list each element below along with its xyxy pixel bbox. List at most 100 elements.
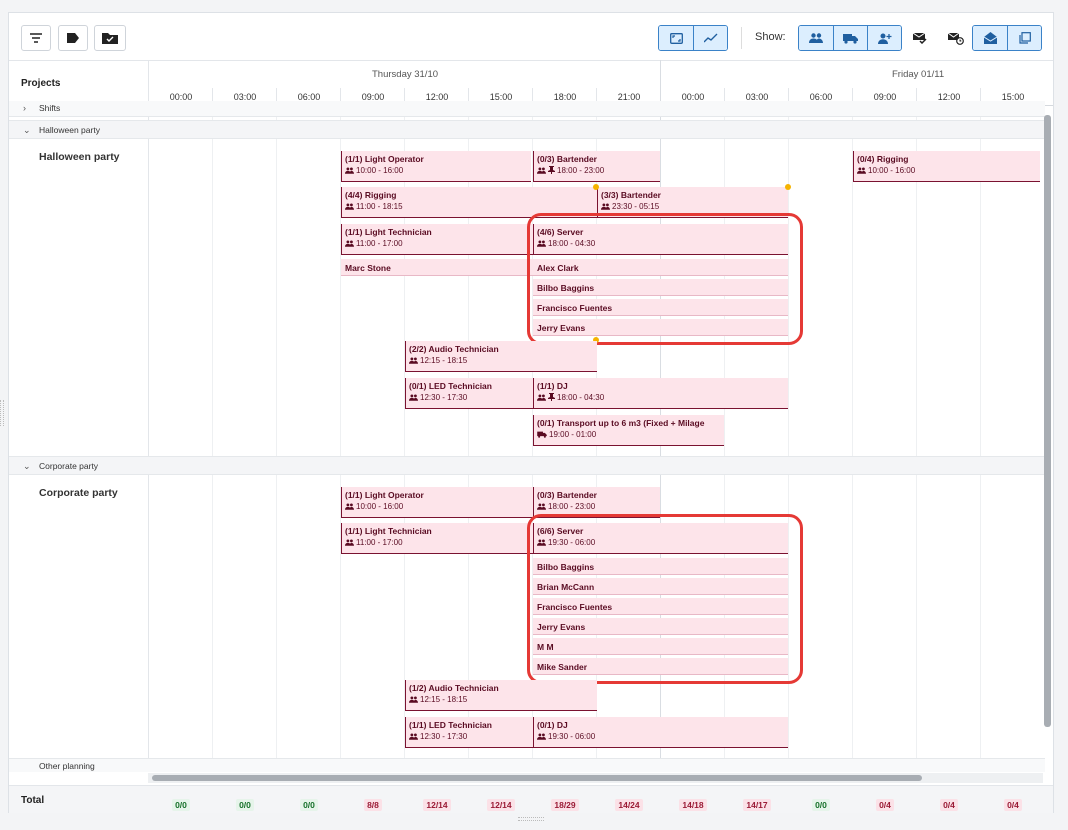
- assigned-person[interactable]: Jerry Evans: [533, 618, 788, 635]
- total-cell: 18/29: [533, 795, 597, 813]
- mail-open-button[interactable]: [973, 26, 1007, 50]
- assigned-person[interactable]: Bilbo Baggins: [533, 558, 788, 575]
- total-value: 14/17: [743, 799, 771, 811]
- people-icon: [409, 733, 418, 740]
- total-label: Total: [21, 795, 45, 806]
- pin-icon: [548, 166, 555, 174]
- resize-grip-bottom[interactable]: [518, 817, 544, 821]
- section-row-halloween[interactable]: ⌄ Halloween party: [9, 120, 1045, 139]
- assigned-person[interactable]: Brian McCann: [533, 578, 788, 595]
- total-value: 0/0: [236, 799, 254, 811]
- shift-block[interactable]: (0/4) Rigging 10:00 - 16:00: [853, 151, 1040, 182]
- shift-title: (1/2) Audio Technician: [409, 683, 499, 693]
- shift-block[interactable]: (4/6) Server 18:00 - 04:30: [533, 224, 788, 255]
- fit-screen-icon: [669, 32, 683, 44]
- section-row-corporate[interactable]: ⌄ Corporate party: [9, 456, 1045, 475]
- shift-block[interactable]: (1/1) Light Operator 10:00 - 16:00: [341, 487, 533, 518]
- mail-check-button[interactable]: [903, 25, 937, 51]
- fit-view-button[interactable]: [659, 26, 693, 50]
- assigned-person[interactable]: Francisco Fuentes: [533, 598, 788, 615]
- filter-button[interactable]: [21, 25, 51, 51]
- people-icon: [409, 394, 418, 401]
- total-value: 0/0: [300, 799, 318, 811]
- assigned-person[interactable]: Francisco Fuentes: [533, 299, 788, 316]
- shift-block[interactable]: (6/6) Server 19:30 - 06:00: [533, 523, 788, 554]
- projects-column-title: Projects: [21, 78, 61, 89]
- people-icon: [345, 539, 354, 546]
- total-value: 8/8: [364, 799, 382, 811]
- total-cell: 0/0: [213, 795, 277, 813]
- shift-time: 12:15 - 18:15: [420, 695, 468, 704]
- shift-block[interactable]: (0/3) Bartender 18:00 - 23:00: [533, 487, 660, 518]
- shift-title: (6/6) Server: [537, 526, 584, 536]
- pin-icon: [548, 393, 555, 401]
- chevron-down-icon[interactable]: ⌄: [23, 461, 31, 472]
- assigned-person[interactable]: Bilbo Baggins: [533, 279, 788, 296]
- assigned-person[interactable]: Jerry Evans: [533, 319, 788, 336]
- shift-block[interactable]: (0/3) Bartender 18:00 - 23:00: [533, 151, 660, 182]
- copy-view-button[interactable]: [1007, 26, 1041, 50]
- shift-block[interactable]: (1/1) Light Technician 11:00 - 17:00: [341, 224, 533, 255]
- shift-time: 18:00 - 23:00: [557, 166, 605, 175]
- shift-time: 11:00 - 17:00: [356, 239, 403, 248]
- shift-block[interactable]: (4/4) Rigging 11:00 - 18:15: [341, 187, 597, 218]
- folder-check-button[interactable]: [94, 25, 126, 51]
- shift-time: 18:00 - 23:00: [548, 502, 596, 511]
- shift-block[interactable]: (1/1) Light Operator 10:00 - 16:00: [341, 151, 531, 182]
- trend-view-button[interactable]: [693, 26, 727, 50]
- tag-button[interactable]: [58, 25, 88, 51]
- shift-block[interactable]: (1/1) Light Technician 11:00 - 17:00: [341, 523, 533, 554]
- people-icon: [345, 503, 354, 510]
- total-value: 12/14: [487, 799, 515, 811]
- chevron-down-icon[interactable]: ⌄: [23, 125, 31, 136]
- grid-line: [788, 106, 789, 758]
- shift-block[interactable]: (0/1) LED Technician 12:30 - 17:30: [405, 378, 533, 409]
- resize-grip-left[interactable]: [0, 400, 4, 426]
- shift-block[interactable]: (1/1) DJ 18:00 - 04:30: [533, 378, 788, 409]
- total-cell: 12/14: [405, 795, 469, 813]
- shift-block[interactable]: (1/1) LED Technician 12:30 - 17:30: [405, 717, 533, 748]
- section-row-shifts[interactable]: › Shifts: [9, 101, 1045, 117]
- shift-time: 12:30 - 17:30: [420, 393, 468, 402]
- trend-icon: [703, 33, 717, 43]
- people-icon: [345, 167, 354, 174]
- horizontal-scrollbar[interactable]: [148, 773, 1043, 783]
- chevron-right-icon[interactable]: ›: [23, 103, 26, 113]
- mail-clock-button[interactable]: [939, 25, 973, 51]
- assigned-person[interactable]: Alex Clark: [533, 259, 788, 276]
- day-divider-tick: [660, 60, 661, 105]
- show-people-button[interactable]: [799, 26, 833, 50]
- mail-clock-icon: [948, 32, 964, 45]
- section-row-other[interactable]: Other planning: [9, 758, 1045, 772]
- grid-line: [212, 106, 213, 758]
- people-icon: [857, 167, 866, 174]
- shift-time: 19:30 - 06:00: [548, 538, 596, 547]
- shift-time: 11:00 - 18:15: [356, 202, 403, 211]
- shift-time: 10:00 - 16:00: [356, 166, 404, 175]
- section-label: Corporate party: [39, 461, 99, 471]
- horizontal-scrollbar-thumb[interactable]: [152, 775, 922, 781]
- assigned-person[interactable]: Marc Stone: [341, 259, 533, 276]
- total-value: 18/29: [551, 799, 579, 811]
- shift-block[interactable]: (0/1) Transport up to 6 m3 (Fixed + Mila…: [533, 415, 724, 446]
- show-transport-button[interactable]: [833, 26, 867, 50]
- shift-block[interactable]: (2/2) Audio Technician 12:15 - 18:15: [405, 341, 597, 372]
- assigned-person[interactable]: M M: [533, 638, 788, 655]
- truck-icon: [537, 431, 547, 438]
- shift-time: 19:30 - 06:00: [548, 732, 596, 741]
- people-icon: [409, 696, 418, 703]
- shift-time: 18:00 - 04:30: [557, 393, 605, 402]
- total-cell: 0/0: [789, 795, 853, 813]
- shift-time: 23:30 - 05:15: [612, 202, 660, 211]
- shift-block[interactable]: (1/2) Audio Technician 12:15 - 18:15: [405, 680, 597, 711]
- shift-title: (3/3) Bartender: [601, 190, 661, 200]
- vertical-scrollbar-thumb[interactable]: [1044, 115, 1051, 727]
- assigned-person[interactable]: Mike Sander: [533, 658, 788, 675]
- projects-column-border: [148, 60, 149, 760]
- section-label: Other planning: [39, 761, 95, 771]
- shift-block[interactable]: (3/3) Bartender 23:30 - 05:15: [597, 187, 788, 218]
- shift-title: (0/3) Bartender: [537, 154, 597, 164]
- shift-block[interactable]: (0/1) DJ 19:30 - 06:00: [533, 717, 788, 748]
- conflict-dot: [785, 184, 791, 190]
- show-add-person-button[interactable]: [867, 26, 901, 50]
